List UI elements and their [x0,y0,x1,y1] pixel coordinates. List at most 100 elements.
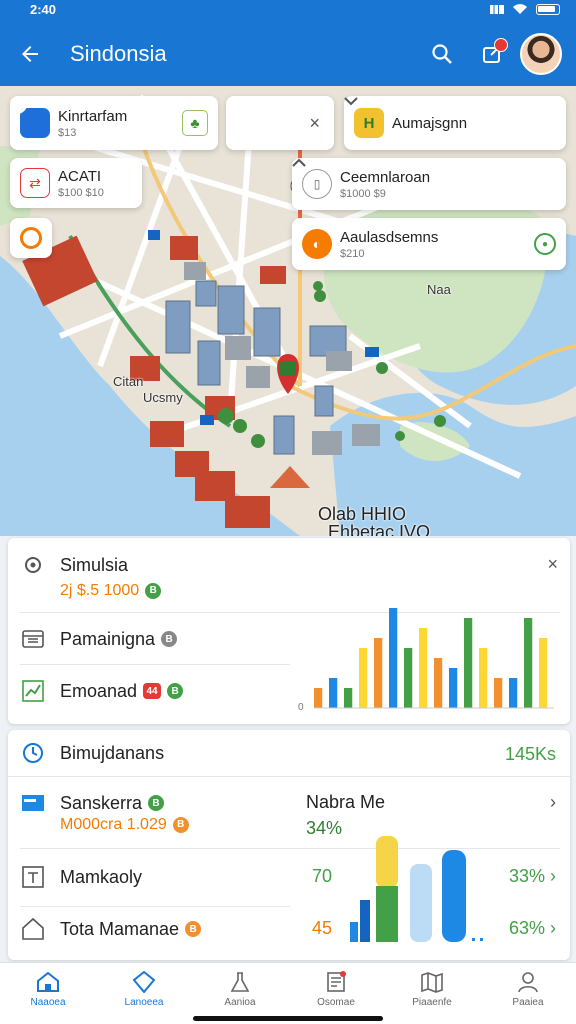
chart-bar [419,628,428,708]
document-icon [20,864,46,890]
nav-profile-label: Paaiea [512,997,544,1008]
nabra-label: Nabra Me [306,792,386,812]
nav-reports[interactable]: Osomae [288,963,384,1024]
nabra-value: 34% [306,818,343,838]
chip-name: Aumajsgnn [392,114,468,132]
bottom-nav: Naaoea Lanoeea Aanioa Osomae Piaaenfe Pa… [0,962,576,1024]
app-bar: Sindonsia [0,22,576,86]
chart-bar [449,668,458,708]
map-label-ehbetac: Ehbetac IVO [328,522,431,536]
map-label-citan: Citan [113,374,144,389]
info-badge: B [161,631,178,647]
shield-icon [11,96,50,138]
chart-bar [389,608,398,708]
notifications-button[interactable] [470,32,514,76]
stats-header-row: Bimujdanans [8,740,164,766]
chart-bar [434,658,443,708]
nav-profile[interactable]: Paaiea [480,963,576,1024]
flask-icon [230,972,250,992]
stats-bar [350,922,358,942]
chart-bar [404,648,413,708]
map-view[interactable]: Kinrtarfam $13 ♣ × H Aumajsgnn ⇄ ACATI $… [0,86,576,536]
stats-bar [442,850,466,942]
nav-places[interactable]: Lanoeea [96,963,192,1024]
search-button[interactable] [420,32,464,76]
clock-icon [20,740,46,766]
chart-up-icon [20,678,46,704]
nav-home-label: Naaoea [30,997,66,1008]
notification-dot [494,38,508,52]
close-button[interactable]: × [547,554,558,575]
place-chip-kinrtarfam[interactable]: Kinrtarfam $13 ♣ [10,96,218,150]
chevron-right-icon[interactable]: › [550,792,556,813]
refresh-icon[interactable]: ● [534,233,556,255]
coin-icon: B [145,582,162,599]
mamkaoly-mid-value: 70 [312,866,333,886]
mamkaoly-label: Mamkaoly [60,866,143,887]
nav-analysis-label: Aanioa [224,997,256,1008]
nav-home[interactable]: Naaoea [0,963,96,1024]
close-icon[interactable]: × [309,113,320,134]
tota-percent[interactable]: 63% › [509,918,556,939]
coin-icon: B [185,921,202,937]
stats-header-value: 145Ks [504,744,556,764]
nav-reports-label: Osomae [317,997,355,1008]
place-chip-acati[interactable]: ⇄ ACATI $100 $10 [10,158,142,208]
sanskerra-label: Sanskerra [60,792,143,813]
map-label-naa: Naa [427,282,451,297]
simulation-value-text: 2j $.5 1000 [60,582,140,599]
chart-bar [509,678,518,708]
map-pin-icon [132,971,156,993]
back-button[interactable] [2,26,58,82]
mamkaoly-row[interactable]: Mamkaoly [8,864,142,890]
chart-bar [374,638,383,708]
divider [20,664,290,665]
coin-icon: B [148,795,165,811]
place-chip-aumajsgnn[interactable]: H Aumajsgnn [344,96,566,150]
sanskerra-value: M000cra 1.029 B [60,816,189,834]
emoanad-row[interactable]: Emoanad 44 B [8,678,184,704]
map-label-ucsmy: Ucsmy [143,390,183,405]
mamkaoly-percent-text: 33% [508,866,545,886]
pamainigna-row[interactable]: Pamainigna B [8,626,178,652]
place-chip-empty[interactable]: × [226,96,334,150]
sanskerra-row[interactable]: Sanskerra B [8,790,165,816]
chart-bar [524,618,533,708]
place-chip-ceemnlaroan[interactable]: ▯ Ceemnlaroan $1000 $9 [292,158,566,210]
avatar[interactable] [520,33,562,75]
tota-percent-text: 63% [508,918,545,938]
chart-bar [314,688,323,708]
nav-analysis[interactable]: Aanioa [192,963,288,1024]
chip-name: Aaulasdsemns [340,228,439,246]
coin-icon: B [167,683,184,699]
card-icon [20,790,46,816]
chart-bar [479,648,488,708]
settings-icon [20,552,46,578]
house-icon [20,916,46,942]
stats-bar-chart [350,836,483,942]
place-chip-small[interactable] [10,218,52,258]
nav-maps[interactable]: Piaaenfe [384,963,480,1024]
signal-icon [490,4,504,14]
calendar-icon [20,626,46,652]
chip-name: ACATI [58,167,102,185]
chart-bar [329,678,338,708]
place-chip-aaulasdsemns[interactable]: ◐ Aaulasdsemns $210 ● [292,218,566,270]
compass-icon: ◐ [302,229,332,259]
report-icon [327,971,346,992]
gear-icon [20,227,42,249]
simulation-value: 2j $.5 1000 B [60,582,162,600]
status-bar: 2:40 [0,0,576,22]
page-title: Sindonsia [70,41,167,66]
tota-mamanae-label: Tota Mamanae [60,918,180,939]
stats-header-label: Bimujdanans [60,742,165,763]
mamkaoly-percent[interactable]: 33% › [509,866,556,887]
emoanad-label: Emoanad [60,680,138,701]
tota-mamanae-row[interactable]: Tota Mamanae B [8,916,202,942]
pamainigna-label: Pamainigna [60,628,156,649]
map-fold-icon [421,972,443,993]
chip-name: Ceemnlaroan [340,168,431,186]
search-icon [432,44,452,64]
palm-tree-icon: ♣ [182,110,208,136]
battery-icon [536,3,560,15]
